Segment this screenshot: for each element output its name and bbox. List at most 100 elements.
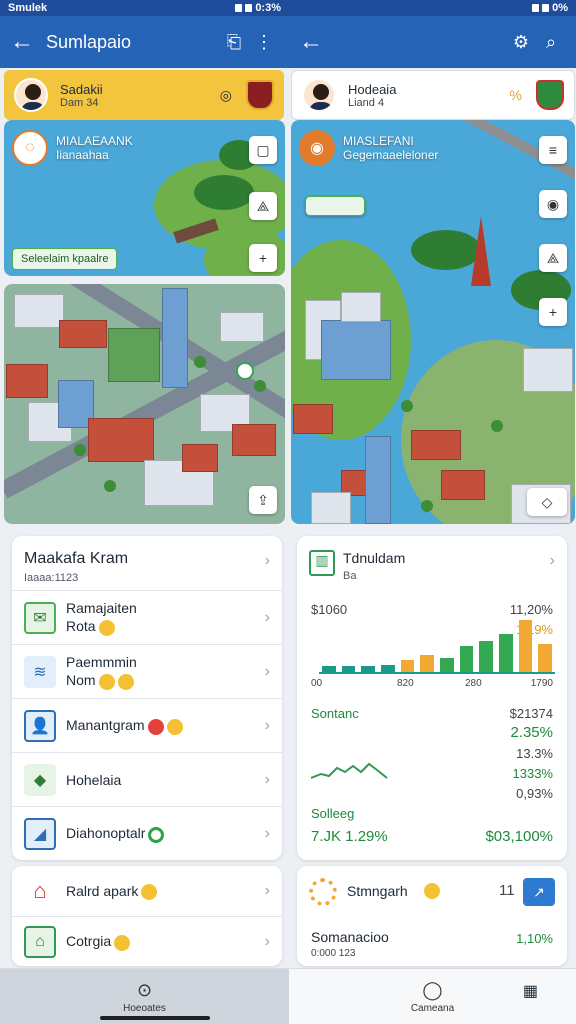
smiley-icon [98,673,115,690]
home-nav-icon[interactable]: ⊙ [137,980,152,1001]
building [441,470,485,500]
city-view[interactable]: ⇪ [4,284,285,524]
section-title: Sontanc [311,706,359,721]
signal-icon [542,4,550,12]
trend-button[interactable]: ↗ [523,878,555,906]
map-badge: ◌ MIALAEAANK Iianaahaa [12,130,133,166]
target-icon[interactable]: ◎ [220,87,232,104]
profile-name: Hodeaia [348,81,397,97]
summary-line: Somanacioo [311,929,389,945]
map-layer-button[interactable]: ▢ [249,136,277,164]
bar-chart [319,620,555,674]
chevron-right-icon: › [264,882,270,899]
calendar-icon[interactable]: ▦ [523,981,538,1001]
more-menu-icon[interactable]: ⋮ [249,32,279,53]
building [14,294,64,328]
status-icons: 0:3% [235,2,281,14]
tree [401,400,413,412]
section-title: Solleeg [311,806,355,821]
carrier-label: Smulek [8,2,48,14]
person-icon: 👤 [24,709,56,742]
gear-icon[interactable]: ⚙ [506,32,536,53]
chart-bar [380,664,395,672]
forest-shape [194,175,254,210]
stats-header[interactable]: ▥ Tdnuldam Ba › [297,536,567,588]
summary-sub: 0:000 123 [311,948,356,959]
list-item[interactable]: ⌂ Cotrgia › [12,916,282,966]
item-label: Hohelaia [66,771,122,788]
stat-value: 7.JK 1.29% [311,828,388,845]
profile-banner[interactable]: Sadakii Dam 34 ◎ [4,70,284,120]
sparkline [311,762,388,779]
list-item[interactable]: 👤 Manantgram › [12,698,282,752]
category-list: Maakafa Kram Iaaaa:1123 › ✉ Ramajaiten Ro… [12,536,282,860]
building [232,424,276,456]
zoom-in-button[interactable]: + [249,244,277,272]
item-label: Manantgram [66,717,145,734]
list-item[interactable]: ✉ Ramajaiten Rota › [12,590,282,644]
tower [162,288,188,388]
search-icon[interactable]: ⌕ [536,32,566,53]
tree [254,380,266,392]
map-tool-button[interactable]: ⟁ [539,244,567,272]
item-label: Paemmmin [66,654,137,671]
chart-bar [538,643,553,672]
map-chip[interactable]: Seleelaim kpaalre [12,248,118,270]
location-ring-icon: ◉ [299,130,335,166]
list-item[interactable]: ≋ Paemmmin Nom › [12,644,282,698]
smiley-icon [98,619,115,636]
harbor-map[interactable]: ◉ MIASLEFANI Gegemaaeleloner ≡ ◉ ⟁ + ◇ [291,120,575,524]
zoom-in-button[interactable]: + [539,298,567,326]
chart-bar [459,646,474,672]
island-map[interactable]: ◌ MIALAEAANK Iianaahaa ▢ ⟁ + Seleelaim k… [4,120,285,276]
building-icon: ▥ [309,550,335,576]
smiley-icon [117,673,134,690]
x-tick-label: 280 [465,678,482,689]
list-item[interactable]: ◢ Diahonoptalr › [12,806,282,860]
map-tool-button[interactable]: ⟁ [249,192,277,220]
tree [194,356,206,368]
map-locate-button[interactable]: ◉ [539,190,567,218]
summary-title: Stmngarh [347,883,408,899]
tree [491,420,503,432]
stat-value: $21374 [509,706,553,721]
list-title: Maakafa Kram [24,550,129,567]
badge-icon [147,718,164,735]
tree [421,500,433,512]
chart-bar [321,666,336,672]
smiley-icon [166,718,183,735]
share-button[interactable]: ⇪ [249,486,277,514]
back-arrow-icon[interactable]: ← [10,28,40,56]
profile-banner[interactable]: Hodeaia Liand 4 % [291,70,575,120]
expand-button[interactable]: ◇ [527,488,567,516]
item-sub: Rota [66,618,96,635]
list-item[interactable]: ⌂ Ralrd apark › [12,866,282,916]
emblem-icon [536,80,564,110]
status-bar: Smulek 0:3% [0,0,289,16]
building [108,328,160,382]
back-arrow-icon[interactable]: ← [299,28,329,56]
building [293,404,333,434]
stats-panel: ▥ Tdnuldam Ba › $1060 11,20% 1 19% 00 82… [297,536,567,860]
map-list-button[interactable]: ≡ [539,136,567,164]
chart-bar [518,620,533,672]
list-header[interactable]: Maakafa Kram Iaaaa:1123 › [12,536,282,590]
building [88,418,154,462]
camera-nav-icon[interactable]: ◯ [422,980,442,1001]
chevron-right-icon: › [264,552,270,569]
app-bar: ← Sumlapaio ⎗ ⋮ [0,16,289,68]
map-pin-icon[interactable] [236,362,254,380]
item-sub: Nom [66,672,96,689]
building [321,320,391,380]
badge-percent-icon[interactable]: % [510,87,522,103]
map-chip-icon[interactable] [305,196,365,216]
home-indicator[interactable] [100,1016,210,1020]
chart-bar [479,641,494,672]
home-nav-label[interactable]: Hoeoates [123,1003,166,1014]
chevron-right-icon: › [264,770,270,788]
camera-nav-label[interactable]: Cameana [411,1003,454,1014]
chart-bar [400,660,415,672]
sun-icon [309,878,337,906]
list-item[interactable]: ◆ Hohelaia › [12,752,282,806]
archive-icon[interactable]: ⎗ [219,32,249,53]
